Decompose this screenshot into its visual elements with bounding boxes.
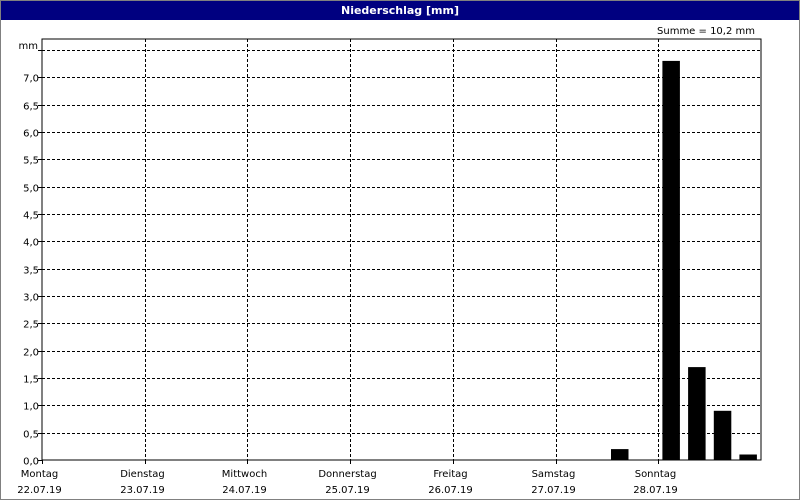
precipitation-bar bbox=[688, 367, 706, 460]
y-tick-label: 5,0 bbox=[23, 184, 39, 195]
x-date-label: 24.07.19 bbox=[222, 485, 267, 496]
precipitation-bar bbox=[739, 454, 757, 460]
y-tick-label: 2,5 bbox=[23, 320, 39, 331]
y-tick-label: 7,0 bbox=[23, 74, 39, 85]
x-date-label: 25.07.19 bbox=[325, 485, 370, 496]
y-tick-label: 5,5 bbox=[23, 156, 39, 167]
x-weekday-label: Montag bbox=[21, 469, 58, 480]
precipitation-chart: 0,0 0,5 1,0 1,5 2,0 2,5 3,0 3,5 4,0 4,5 5,0 5,5 6,0 6… bbox=[17, 26, 762, 496]
x-weekday-label: Sonntag bbox=[635, 469, 677, 480]
x-date-label: 27.07.19 bbox=[531, 485, 576, 496]
plot-area bbox=[41, 38, 762, 461]
x-weekday-label: Samstag bbox=[532, 469, 576, 480]
y-tick-label: 3,0 bbox=[23, 293, 39, 304]
x-date-label: 22.07.19 bbox=[17, 485, 62, 496]
precipitation-bar bbox=[611, 449, 629, 460]
y-tick-label: 1,5 bbox=[23, 375, 39, 386]
x-weekday-label: Donnerstag bbox=[318, 469, 376, 480]
y-tick-label: 6,5 bbox=[23, 102, 39, 113]
y-axis-unit: mm bbox=[19, 41, 38, 52]
y-tick-label: 3,5 bbox=[23, 266, 39, 277]
y-tick-label: 4,0 bbox=[23, 238, 39, 249]
sum-label: Summe = 10,2 mm bbox=[657, 26, 755, 37]
x-date-label: 23.07.19 bbox=[120, 485, 165, 496]
y-tick-label: 4,5 bbox=[23, 211, 39, 222]
y-tick-label: 0,5 bbox=[23, 430, 39, 441]
precipitation-bar bbox=[713, 410, 732, 460]
x-weekday-label: Dienstag bbox=[120, 469, 165, 480]
y-tick-label: 1,0 bbox=[23, 402, 39, 413]
precipitation-bar bbox=[662, 60, 680, 461]
x-weekday-label: Freitag bbox=[433, 469, 467, 480]
chart-window: Niederschlag [mm] 0,0 0,5 1,0 1,5 2,0 2,5 3,0 3… bbox=[0, 0, 800, 500]
x-weekday-label: Mittwoch bbox=[222, 469, 267, 480]
y-tick-label: 2,0 bbox=[23, 348, 39, 359]
y-tick-label: 6,0 bbox=[23, 129, 39, 140]
x-date-label: 26.07.19 bbox=[428, 485, 473, 496]
y-tick-label: 0,0 bbox=[23, 457, 39, 468]
x-date-label: 28.07.19 bbox=[633, 485, 678, 496]
